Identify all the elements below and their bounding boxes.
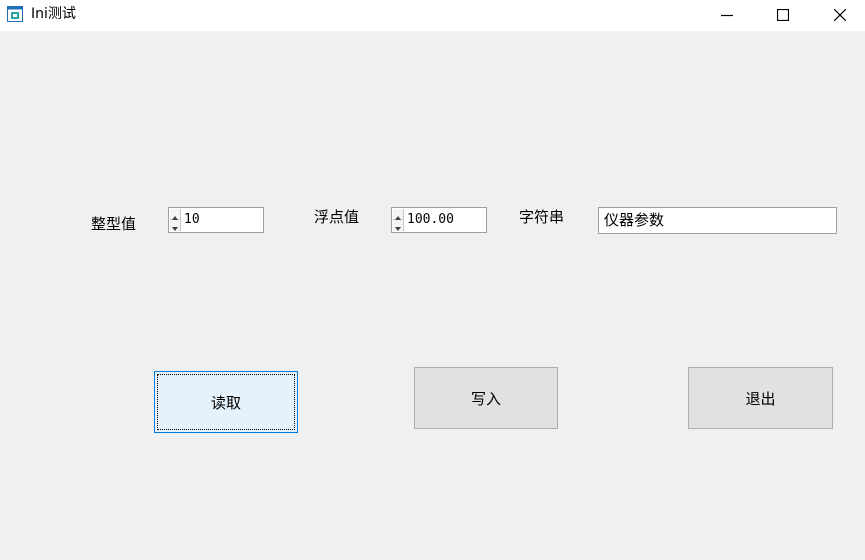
minimize-button[interactable] [699,0,755,31]
exit-button-label: 退出 [745,389,776,408]
string-input[interactable]: 仪器参数 [598,207,837,234]
float-spin-value: 100.00 [407,212,454,227]
int-spin-arrows [170,209,181,231]
int-spin-value: 10 [184,212,200,227]
write-button[interactable]: 写入 [414,367,558,429]
float-spin-down-button[interactable] [393,220,403,231]
float-spin-arrows [393,209,404,231]
float-spin-input[interactable]: 100.00 [391,207,487,233]
read-button[interactable]: 读取 [154,371,298,433]
app-icon [7,6,23,22]
arrow-down-icon [172,216,178,235]
float-label: 浮点值 [314,208,360,226]
close-icon [833,6,847,25]
minimize-icon [721,6,733,25]
close-button[interactable] [812,0,865,31]
read-button-label: 读取 [210,393,241,412]
arrow-down-icon [395,216,401,235]
int-spin-input[interactable]: 10 [168,207,264,233]
string-label: 字符串 [519,208,565,226]
write-button-label: 写入 [470,389,501,408]
app-window: Ini测试 整型值 10 浮点值 100.00 字符串 仪器参数 读取 写入 退… [0,0,865,560]
maximize-button[interactable] [755,0,811,31]
int-label: 整型值 [91,215,137,233]
int-spin-down-button[interactable] [170,220,180,231]
exit-button[interactable]: 退出 [688,367,833,429]
maximize-icon [776,6,790,25]
window-title: Ini测试 [31,6,76,22]
string-input-value: 仪器参数 [604,211,665,229]
title-bar[interactable]: Ini测试 [0,0,865,31]
